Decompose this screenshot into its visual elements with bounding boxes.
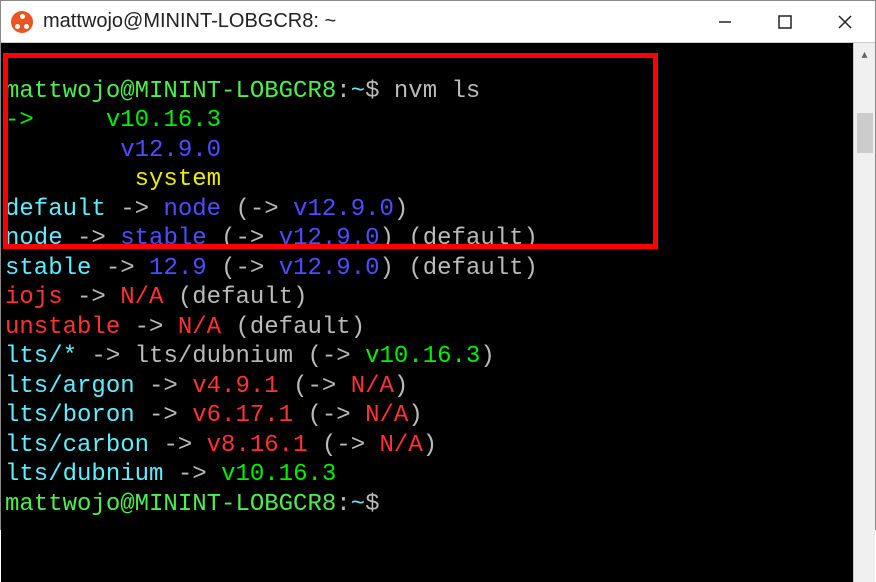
v12_9-target: 12.9 <box>149 255 207 282</box>
node-target: node <box>163 196 221 223</box>
arrow-text: -> <box>250 196 279 223</box>
close-icon <box>838 15 852 29</box>
alias-stable: stable <box>5 255 91 282</box>
open-paren: ( <box>235 196 249 223</box>
arrow-text: -> <box>106 255 135 282</box>
arrow-text: -> <box>77 284 106 311</box>
titlebar: mattwojo@MININT-LOBGCR8: ~ <box>1 1 875 43</box>
na-text: N/A <box>380 432 423 459</box>
scrollbar-up-icon[interactable]: ▴ <box>854 43 875 65</box>
open-paren: ( <box>293 373 307 400</box>
terminal-window: mattwojo@MININT-LOBGCR8: ~ mattwojo@MINI… <box>0 0 876 530</box>
v8-version: v8.16.1 <box>207 432 308 459</box>
default-label: (default) <box>408 255 538 282</box>
default-label: (default) <box>408 225 538 252</box>
scrollbar[interactable]: ▴ <box>853 43 875 582</box>
maximize-icon <box>778 15 792 29</box>
arrow-text: -> <box>235 255 264 282</box>
arrow-text: -> <box>336 432 365 459</box>
arrow-text: -> <box>307 373 336 400</box>
alias-iojs: iojs <box>5 284 63 311</box>
system-version: system <box>135 166 221 193</box>
alias-lts-boron: lts/boron <box>5 402 135 429</box>
arrow-text: -> <box>135 314 164 341</box>
prompt-user: mattwojo@MININT-LOBGCR8 <box>5 78 336 105</box>
minimize-icon <box>718 15 732 29</box>
arrow-text: -> <box>235 225 264 252</box>
prompt-path: ~ <box>351 78 365 105</box>
close-paren: ) <box>423 432 437 459</box>
arrow-text: -> <box>163 432 192 459</box>
alias-lts-argon: lts/argon <box>5 373 135 400</box>
arrow-text: -> <box>77 225 106 252</box>
prompt-sep: : <box>336 78 350 105</box>
v10-version: v10.16.3 <box>221 461 336 488</box>
open-paren: ( <box>307 402 321 429</box>
alias-unstable: unstable <box>5 314 120 341</box>
arrow-text: -> <box>91 343 120 370</box>
v6-version: v6.17.1 <box>192 402 293 429</box>
na-text: N/A <box>120 284 163 311</box>
alias-lts-star: lts/* <box>5 343 77 370</box>
lts-dubnium-target: lts/dubnium <box>135 343 293 370</box>
v10-version: v10.16.3 <box>106 107 221 134</box>
arrow-text: -> <box>149 373 178 400</box>
v12-version: v12.9.0 <box>293 196 394 223</box>
alias-node: node <box>5 225 63 252</box>
v12-version: v12.9.0 <box>279 255 380 282</box>
default-label: (default) <box>178 284 308 311</box>
prompt-user: mattwojo@MININT-LOBGCR8 <box>5 491 336 518</box>
prompt-sep: : <box>336 491 350 518</box>
arrow-text: -> <box>322 402 351 429</box>
arrow-text: -> <box>120 196 149 223</box>
prompt-end: $ <box>365 78 379 105</box>
na-text: N/A <box>351 373 394 400</box>
arrow-text: -> <box>178 461 207 488</box>
default-label: (default) <box>235 314 365 341</box>
v12-version: v12.9.0 <box>120 137 221 164</box>
open-paren: ( <box>307 343 321 370</box>
command-text: nvm ls <box>394 78 480 105</box>
close-paren: ) <box>380 255 394 282</box>
v4-version: v4.9.1 <box>192 373 278 400</box>
close-paren: ) <box>380 225 394 252</box>
open-paren: ( <box>221 225 235 252</box>
content-area: mattwojo@MININT-LOBGCR8:~$ nvm ls -> v10… <box>1 43 875 582</box>
window-controls <box>695 1 875 42</box>
alias-default: default <box>5 196 106 223</box>
close-button[interactable] <box>815 1 875 42</box>
cursor-space <box>379 491 393 518</box>
current-arrow: -> <box>5 107 34 134</box>
prompt-path: ~ <box>351 491 365 518</box>
close-paren: ) <box>408 402 422 429</box>
scrollbar-thumb[interactable] <box>857 113 873 153</box>
arrow-text: -> <box>322 343 351 370</box>
na-text: N/A <box>178 314 221 341</box>
prompt-end: $ <box>365 491 379 518</box>
alias-lts-dubnium: lts/dubnium <box>5 461 163 488</box>
close-paren: ) <box>394 196 408 223</box>
stable-target: stable <box>120 225 206 252</box>
command-text <box>379 78 393 105</box>
open-paren: ( <box>221 255 235 282</box>
v12-version: v12.9.0 <box>279 225 380 252</box>
v10-version: v10.16.3 <box>365 343 480 370</box>
window-title: mattwojo@MININT-LOBGCR8: ~ <box>43 10 695 33</box>
alias-lts-carbon: lts/carbon <box>5 432 149 459</box>
na-text: N/A <box>365 402 408 429</box>
open-paren: ( <box>322 432 336 459</box>
maximize-button[interactable] <box>755 1 815 42</box>
arrow-text: -> <box>149 402 178 429</box>
close-paren: ) <box>480 343 494 370</box>
minimize-button[interactable] <box>695 1 755 42</box>
terminal-output[interactable]: mattwojo@MININT-LOBGCR8:~$ nvm ls -> v10… <box>1 43 853 582</box>
ubuntu-icon <box>11 11 33 33</box>
close-paren: ) <box>394 373 408 400</box>
